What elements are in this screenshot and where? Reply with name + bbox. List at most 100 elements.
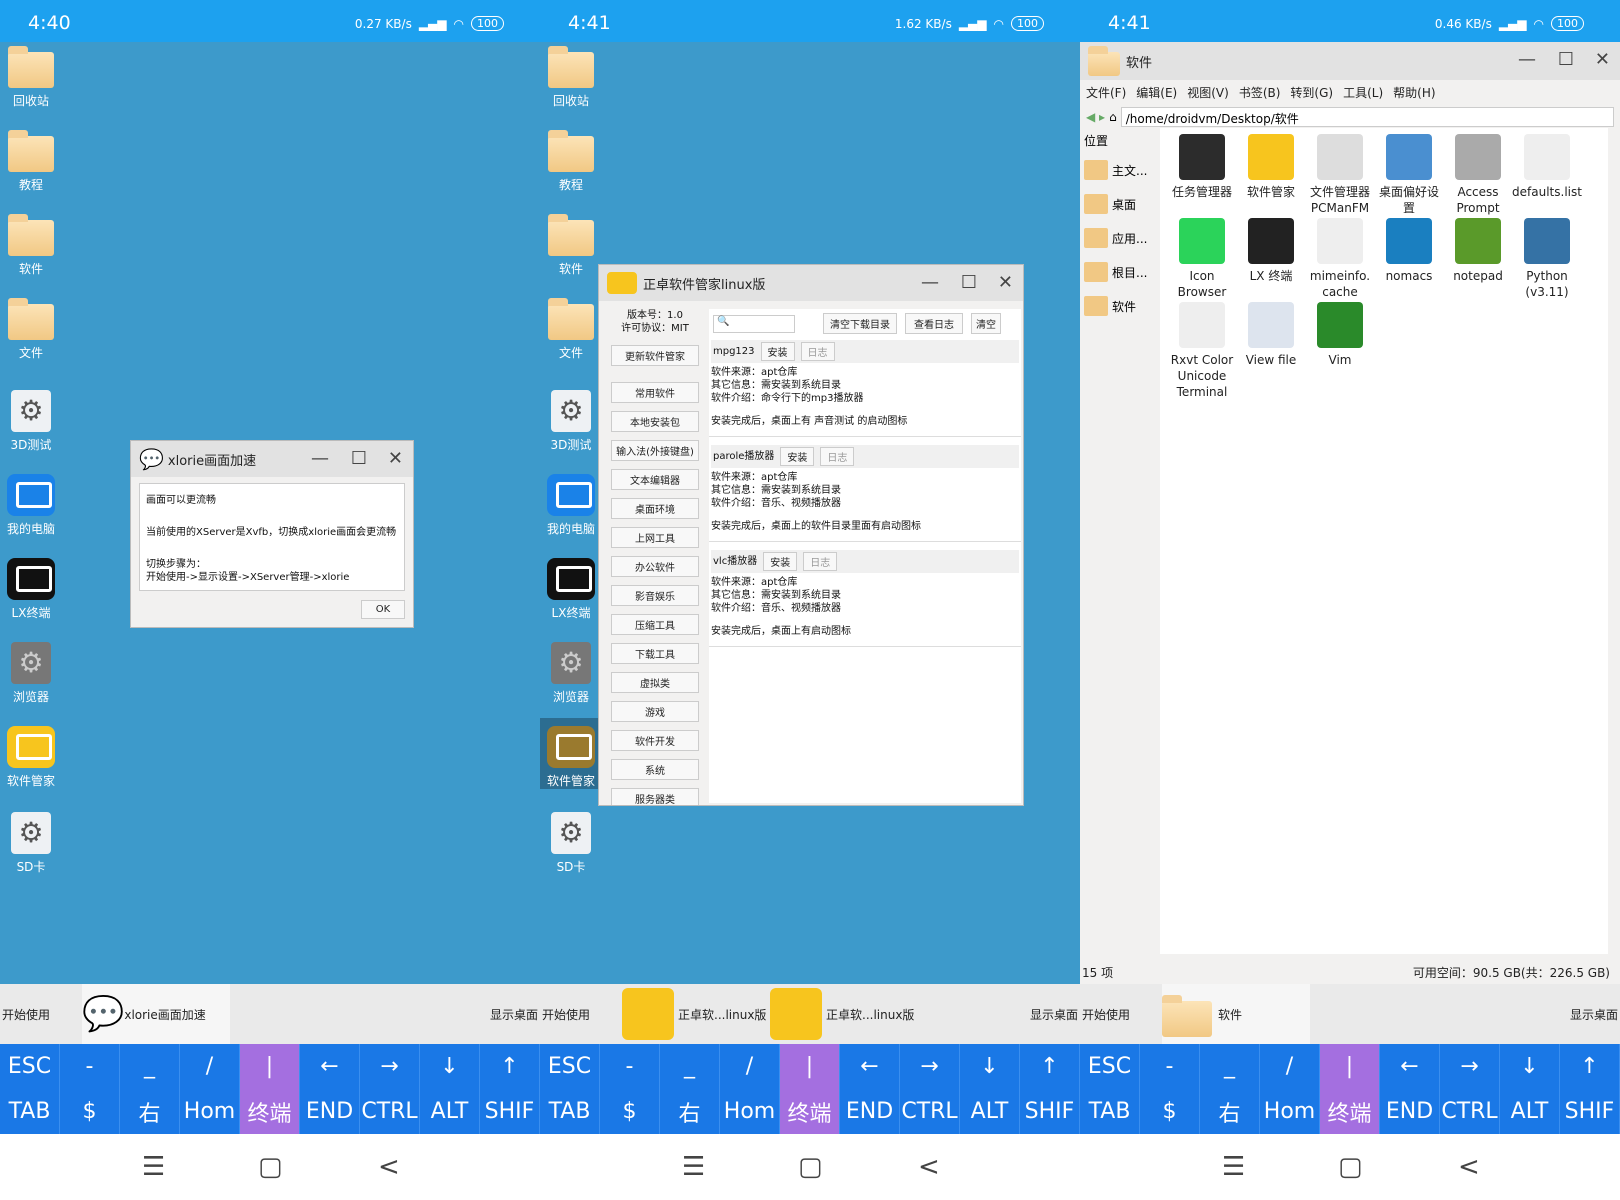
category-button[interactable]: 软件开发 (611, 730, 699, 751)
key[interactable]: ← (840, 1044, 900, 1089)
start-button[interactable]: 开始使用 (2, 1006, 50, 1023)
key[interactable]: 右 (1200, 1089, 1260, 1134)
key[interactable]: Hom (720, 1089, 780, 1134)
key[interactable]: ← (1380, 1044, 1440, 1089)
task-item[interactable]: 正卓软...linux版 (622, 988, 766, 1040)
file-item[interactable]: Rxvt Color Unicode Terminal (1166, 302, 1238, 400)
key[interactable]: / (1260, 1044, 1320, 1089)
desktop-icon-3d[interactable]: ⚙ 3D测试 (0, 382, 62, 453)
desktop-icon-3d[interactable]: ⚙ 3D测试 (540, 382, 602, 453)
task-item[interactable]: 💬 xlorie画面加速 (82, 984, 230, 1044)
close-icon[interactable]: ✕ (998, 272, 1013, 293)
view-log-button[interactable]: 查看日志 (905, 313, 963, 334)
task-item[interactable]: 正卓软...linux版 (770, 988, 914, 1040)
back-icon[interactable]: < (378, 1152, 400, 1182)
clear-button[interactable]: 清空 (971, 313, 1001, 334)
key[interactable]: 终端 (1320, 1089, 1380, 1134)
key[interactable]: 终端 (240, 1089, 300, 1134)
menu-item[interactable]: 书签(B) (1239, 84, 1281, 101)
key[interactable]: ESC (0, 1044, 60, 1089)
file-item[interactable]: 桌面偏好设 置 (1373, 134, 1445, 216)
key[interactable]: $ (1140, 1089, 1200, 1134)
file-item[interactable]: nomacs (1373, 218, 1445, 284)
category-button[interactable]: 桌面环境 (611, 498, 699, 519)
minimize-icon[interactable]: — (311, 448, 329, 469)
key[interactable]: CTRL (1440, 1089, 1500, 1134)
file-item[interactable]: LX 终端 (1235, 218, 1307, 284)
desktop-icon-software[interactable]: 软件 (540, 210, 602, 277)
key[interactable]: END (300, 1089, 360, 1134)
maximize-icon[interactable]: ☐ (961, 272, 977, 293)
key[interactable]: SHIF (480, 1089, 540, 1134)
desktop-icon-computer[interactable]: 我的电脑 (0, 466, 62, 537)
desktop-icon-swm[interactable]: 软件管家 (0, 718, 62, 789)
key[interactable]: / (180, 1044, 240, 1089)
key[interactable]: ↓ (1500, 1044, 1560, 1089)
key[interactable]: END (840, 1089, 900, 1134)
side-item[interactable]: 桌面 (1080, 187, 1156, 221)
desktop-icon-sd[interactable]: ⚙ SD卡 (0, 804, 62, 875)
install-button[interactable]: 安装 (780, 447, 815, 466)
back-icon[interactable]: < (1458, 1152, 1480, 1182)
key[interactable]: SHIF (1560, 1089, 1620, 1134)
key[interactable]: 终端 (780, 1089, 840, 1134)
home-icon[interactable]: ▢ (258, 1152, 283, 1182)
clear-download-button[interactable]: 清空下载目录 (823, 313, 897, 334)
key[interactable]: TAB (540, 1089, 600, 1134)
key[interactable]: → (1440, 1044, 1500, 1089)
key[interactable]: - (60, 1044, 120, 1089)
side-header[interactable]: 位置 (1080, 128, 1156, 153)
desktop-icon-tutorial[interactable]: 教程 (0, 126, 62, 193)
desktop-icon-tutorial[interactable]: 教程 (540, 126, 602, 193)
minimize-icon[interactable]: — (1518, 49, 1536, 70)
log-button[interactable]: 日志 (800, 342, 835, 361)
close-icon[interactable]: ✕ (388, 448, 403, 469)
menu-icon[interactable]: ☰ (1222, 1152, 1245, 1182)
key[interactable]: CTRL (900, 1089, 960, 1134)
file-item[interactable]: View file (1235, 302, 1307, 368)
key[interactable]: CTRL (360, 1089, 420, 1134)
desktop-icon-computer[interactable]: 我的电脑 (540, 466, 602, 537)
key[interactable]: 右 (660, 1089, 720, 1134)
key[interactable]: TAB (0, 1089, 60, 1134)
key[interactable]: _ (120, 1044, 180, 1089)
file-item[interactable]: 任务管理器 (1166, 134, 1238, 200)
key[interactable]: ALT (420, 1089, 480, 1134)
desktop-icon-lxterm[interactable]: LX终端 (0, 550, 62, 621)
side-item[interactable]: 主文... (1080, 153, 1156, 187)
menu-item[interactable]: 编辑(E) (1136, 84, 1177, 101)
menu-item[interactable]: 帮助(H) (1393, 84, 1435, 101)
search-input[interactable]: 🔍 (713, 314, 795, 333)
key[interactable]: _ (660, 1044, 720, 1089)
log-button[interactable]: 日志 (803, 552, 838, 571)
side-item[interactable]: 软件 (1080, 289, 1156, 323)
category-button[interactable]: 常用软件 (611, 382, 699, 403)
file-item[interactable]: mimeinfo. cache (1304, 218, 1376, 300)
desktop-icon-software[interactable]: 软件 (0, 210, 62, 277)
task-item[interactable]: 软件 (1162, 984, 1310, 1044)
menu-icon[interactable]: ☰ (682, 1152, 705, 1182)
update-button[interactable]: 更新软件管家 (611, 345, 699, 366)
category-button[interactable]: 本地安装包 (611, 411, 699, 432)
key[interactable]: ↑ (1560, 1044, 1620, 1089)
key[interactable]: - (1140, 1044, 1200, 1089)
log-button[interactable]: 日志 (820, 447, 855, 466)
category-button[interactable]: 系统 (611, 759, 699, 780)
desktop-icon-files[interactable]: 文件 (540, 294, 602, 361)
category-button[interactable]: 办公软件 (611, 556, 699, 577)
key[interactable]: $ (600, 1089, 660, 1134)
key[interactable]: → (360, 1044, 420, 1089)
side-item[interactable]: 根目... (1080, 255, 1156, 289)
category-button[interactable]: 文本编辑器 (611, 469, 699, 490)
category-button[interactable]: 服务器类 (611, 788, 699, 805)
install-button[interactable]: 安装 (763, 552, 798, 571)
key[interactable]: | (1320, 1044, 1380, 1089)
key[interactable]: / (720, 1044, 780, 1089)
home-icon[interactable]: ▢ (798, 1152, 823, 1182)
home-icon[interactable]: ▢ (1338, 1152, 1363, 1182)
key[interactable]: 右 (120, 1089, 180, 1134)
desktop-icon-browser[interactable]: ⚙ 浏览器 (540, 634, 602, 705)
desktop-icon-recycle[interactable]: 回收站 (0, 42, 62, 109)
key[interactable]: TAB (1080, 1089, 1140, 1134)
key[interactable]: ALT (1500, 1089, 1560, 1134)
